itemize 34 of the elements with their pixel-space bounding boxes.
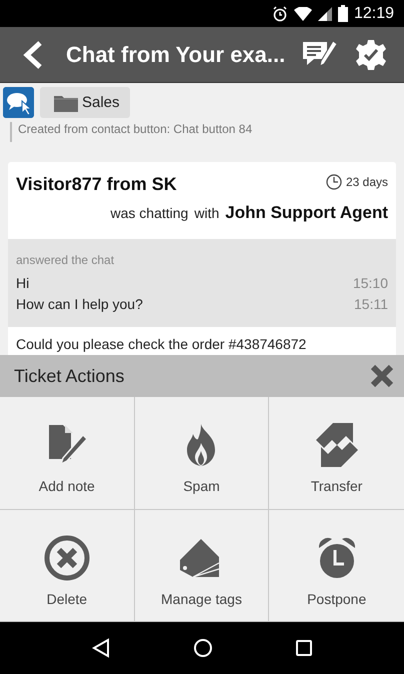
visitor-name: Visitor877 from SK bbox=[16, 174, 177, 195]
action-button[interactable]: Add note bbox=[0, 397, 135, 510]
department-name: Sales bbox=[82, 94, 120, 111]
sheet-title: Ticket Actions bbox=[14, 366, 124, 386]
action-button[interactable]: Spam bbox=[134, 397, 270, 510]
action-button[interactable]: Delete bbox=[0, 510, 135, 622]
square-icon[interactable] bbox=[295, 639, 313, 657]
message-time: 15:10 bbox=[352, 274, 388, 293]
alarm-clock-icon bbox=[316, 536, 357, 580]
visitor-message: Could you please check the order #438746872 bbox=[15, 335, 308, 354]
alarm-icon bbox=[272, 6, 288, 22]
delete-circle-icon bbox=[44, 534, 90, 580]
wifi-icon bbox=[294, 6, 312, 20]
message-time: 15:11 bbox=[354, 295, 388, 314]
action-button[interactable]: Manage tags bbox=[134, 510, 270, 622]
ticket-note: Created from contact button: Chat button 84 bbox=[10, 122, 404, 142]
folder-icon bbox=[54, 94, 78, 112]
message-text: How can I help you? bbox=[16, 295, 143, 314]
back-triangle-icon[interactable] bbox=[91, 638, 111, 658]
home-circle-icon[interactable] bbox=[193, 638, 213, 658]
answered-label: answered the chat bbox=[16, 253, 116, 267]
chat-button-icon bbox=[3, 87, 34, 118]
signal-icon bbox=[318, 6, 332, 20]
chat-age: 23 days bbox=[346, 175, 388, 189]
close-icon[interactable] bbox=[370, 364, 394, 388]
battery-icon bbox=[338, 5, 348, 22]
clock-icon bbox=[326, 174, 342, 190]
clock-time: 12:19 bbox=[354, 4, 394, 22]
settings-icon[interactable] bbox=[356, 40, 386, 70]
with-label: with bbox=[194, 205, 220, 221]
message-text: Hi bbox=[16, 274, 30, 293]
screen-title: Chat from Your exa... bbox=[66, 42, 286, 68]
chatting-label: was chatting bbox=[110, 205, 188, 221]
agent-name: John Support Agent bbox=[225, 203, 388, 223]
